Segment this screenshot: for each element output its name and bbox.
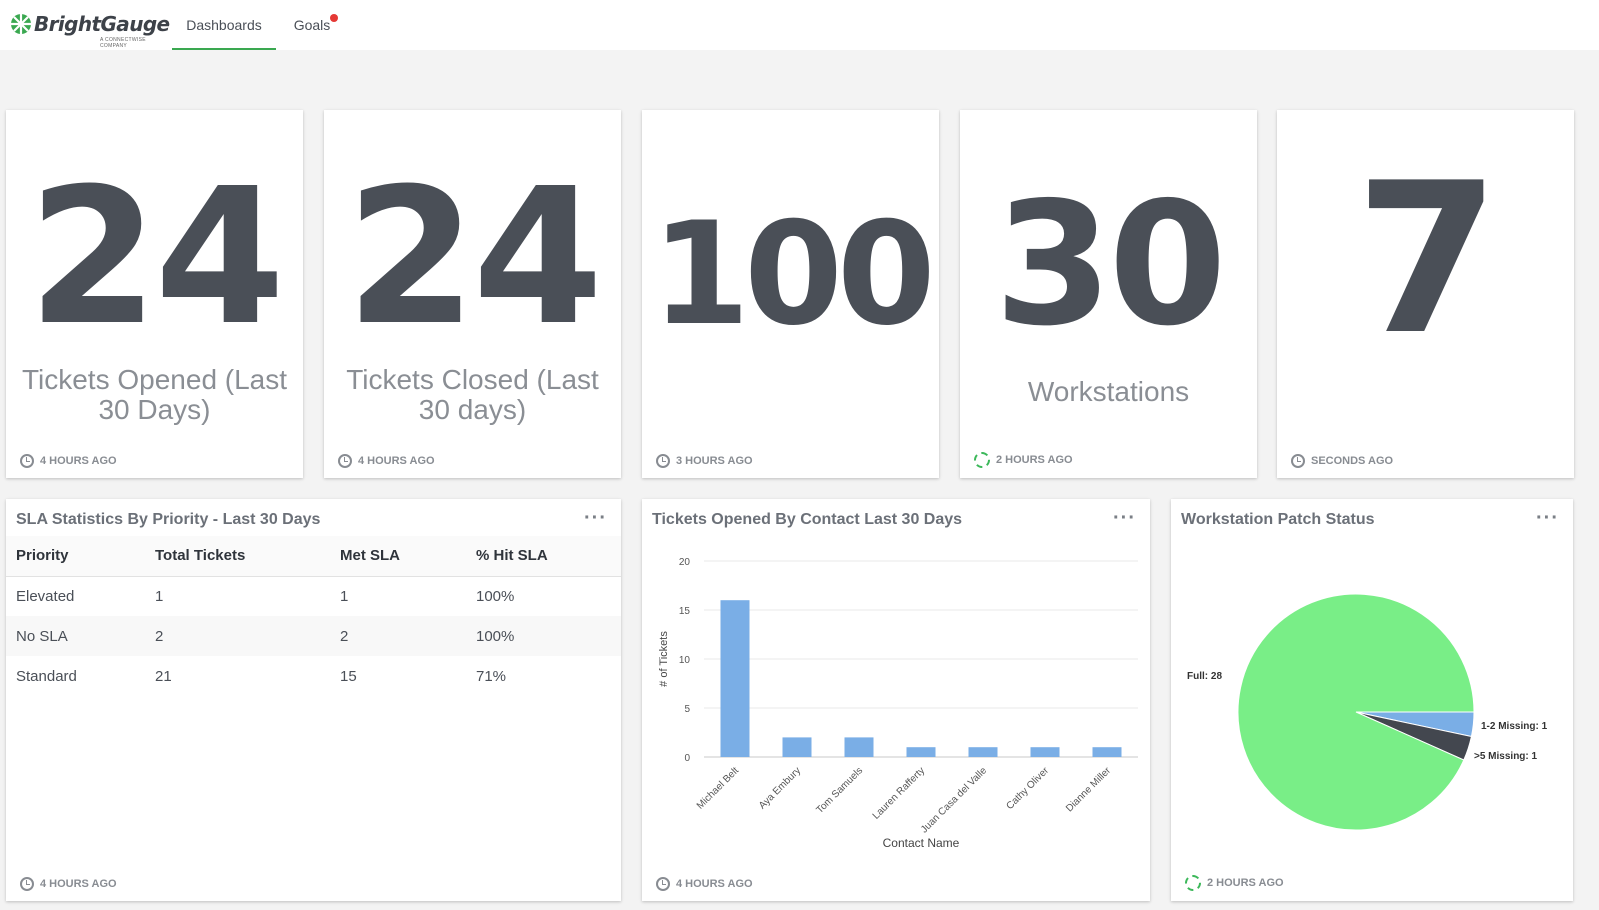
clock-icon [1291,454,1305,468]
panel-footer: 2 HOURS AGO [1185,875,1284,891]
logo-mark-icon [11,14,31,34]
cell-hit: 71% [476,667,507,685]
x-axis-label: Contact Name [883,836,960,850]
goals-notification-dot [330,14,338,22]
last-updated: 4 HOURS AGO [40,878,117,890]
last-updated: 4 HOURS AGO [358,455,435,467]
gauge-label: Tickets Closed (Last 30 days) [346,364,599,425]
gauge-card-100[interactable]: 100 3 HOURS AGO [642,110,939,478]
column-header-priority[interactable]: Priority [6,536,145,577]
last-updated: 2 HOURS AGO [996,454,1073,466]
bar[interactable] [720,600,750,757]
clock-icon [656,454,670,468]
tab-goals[interactable]: Goals [287,0,337,50]
last-updated: SECONDS AGO [1311,455,1394,467]
cell-total: 21 [155,667,172,685]
gauge-value: 100 [651,192,935,357]
x-tick-label: Juan Casa del Valle [919,765,989,835]
tab-dashboards[interactable]: Dashboards [172,0,276,50]
table-row: Standard 21 15 71% [6,656,621,696]
clock-icon [20,877,34,891]
cell-hit: 100% [466,616,621,656]
clock-icon [20,454,34,468]
y-tick-label: 15 [679,606,691,617]
last-updated: 4 HOURS AGO [676,878,753,890]
gauge-footer: 2 HOURS AGO [974,452,1073,468]
last-updated: 2 HOURS AGO [1207,877,1284,889]
cell-met: 15 [340,667,357,685]
logo-text: BrightGauge [34,12,170,36]
gauge-footer: 4 HOURS AGO [20,454,117,468]
gauge-card-workstations[interactable]: 30 Workstations 2 HOURS AGO [960,110,1257,478]
bar[interactable] [844,737,874,757]
cell-priority: No SLA [6,616,145,656]
logo-subtitle: A CONNECTWISE COMPANY [100,37,146,49]
gauge-footer: SECONDS AGO [1291,454,1393,468]
table-row: Elevated 1 1 100% [6,576,621,616]
x-tick-label: Cathy Oliver [1004,765,1051,812]
last-updated: 3 HOURS AGO [676,455,753,467]
bar[interactable] [1092,747,1122,757]
column-header-total-tickets[interactable]: Total Tickets [145,536,330,577]
column-header-met-sla[interactable]: Met SLA [330,536,466,577]
cell-priority: Elevated [16,587,75,605]
x-tick-label: Dianne Miller [1064,765,1114,815]
brightgauge-logo[interactable]: BrightGauge A CONNECTWISE COMPANY [10,11,170,49]
more-options-button[interactable]: ··· [584,507,607,530]
gauge-label: Tickets Opened (Last 30 Days) [21,364,288,425]
pie-chart: Full: 28 1-2 Missing: 1 >5 Missing: 1 [1187,593,1548,831]
gauge-card-7[interactable]: 7 SECONDS AGO [1277,110,1574,478]
bar[interactable] [782,737,812,757]
bar[interactable] [1030,747,1060,757]
pie-label-5-missing: >5 Missing: 1 [1474,751,1538,762]
y-tick-label: 0 [684,753,690,764]
panel-footer: 4 HOURS AGO [20,877,117,891]
last-updated: 4 HOURS AGO [40,455,117,467]
gauge-card-tickets-opened[interactable]: 24 Tickets Opened (Last 30 Days) 4 HOURS… [6,110,303,478]
pie-label-1-2-missing: 1-2 Missing: 1 [1481,721,1548,732]
panel-footer: 4 HOURS AGO [656,877,753,891]
gauge-label: Workstations [1027,376,1190,407]
y-tick-label: 10 [679,655,691,666]
cell-total: 2 [145,616,330,656]
refresh-icon [974,452,990,468]
x-tick-label: Tom Samuels [815,765,866,816]
sla-table: Priority Total Tickets Met SLA % Hit SLA… [6,536,621,696]
gauge-value: 7 [1355,139,1500,381]
table-header-row: Priority Total Tickets Met SLA % Hit SLA [6,536,621,577]
gauge-footer: 3 HOURS AGO [656,454,753,468]
y-tick-label: 5 [684,704,690,715]
gauge-value: 24 [27,148,286,367]
y-tick-label: 20 [679,557,691,568]
refresh-icon [1185,875,1201,891]
tickets-by-contact-panel: Tickets Opened By Contact Last 30 Days ·… [642,499,1150,901]
clock-icon [656,877,670,891]
y-axis-label: # of Tickets [658,631,670,687]
cell-met: 1 [340,587,349,605]
bar-chart: 0 5 10 15 20 Michael Belt Aya Embury Tom Samuel… [658,557,1138,850]
cell-hit: 100% [476,587,515,605]
cell-met: 2 [330,616,466,656]
cell-total: 1 [155,587,164,605]
cell-priority: Standard [16,667,77,685]
gauge-footer: 4 HOURS AGO [338,454,435,468]
x-tick-label: Lauren Rafferty [871,765,927,821]
x-tick-label: Michael Belt [695,765,741,811]
table-row: No SLA 2 2 100% [6,616,621,656]
bar[interactable] [906,747,936,757]
gauge-value: 24 [345,148,604,367]
panel-title: SLA Statistics By Priority - Last 30 Day… [16,511,321,528]
bar[interactable] [968,747,998,757]
pie-label-full: Full: 28 [1187,671,1222,682]
top-navigation-bar: BrightGauge A CONNECTWISE COMPANY Dashbo… [0,0,1599,50]
pie-slice-full[interactable] [1237,593,1475,831]
workstation-patch-status-panel: Workstation Patch Status ··· Full: 28 1-2… [1171,499,1573,901]
gauge-card-tickets-closed[interactable]: 24 Tickets Closed (Last 30 days) 4 HOURS… [324,110,621,478]
clock-icon [338,454,352,468]
x-tick-label: Aya Embury [757,765,803,811]
gauge-value: 30 [994,166,1227,364]
column-header-hit-sla[interactable]: % Hit SLA [466,536,621,577]
sla-statistics-panel: SLA Statistics By Priority - Last 30 Day… [6,499,621,901]
